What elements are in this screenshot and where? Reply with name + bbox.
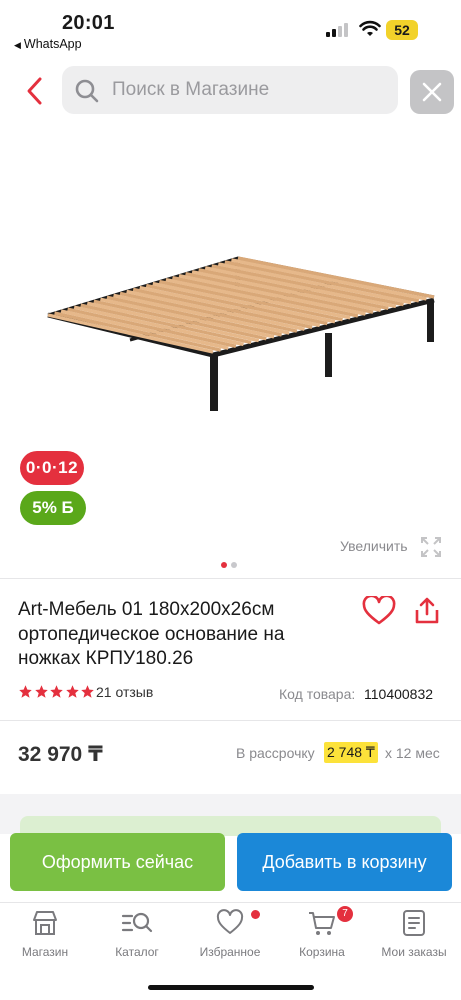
- tab-orders-label: Мои заказы: [381, 945, 447, 959]
- tab-shop-label: Магазин: [21, 945, 69, 959]
- tab-cart[interactable]: Корзина: [277, 909, 367, 959]
- carousel-dots: [221, 555, 241, 568]
- star-icon: [81, 685, 94, 698]
- back-triangle-icon: ◀: [14, 40, 21, 50]
- divider: [0, 578, 461, 579]
- share-icon[interactable]: [414, 596, 440, 626]
- star-icon: [65, 685, 79, 698]
- back-to-app-link[interactable]: ◀ WhatsApp: [14, 37, 82, 51]
- close-search-button[interactable]: [410, 70, 454, 114]
- installment-amount-badge[interactable]: 2 748 ₸: [324, 742, 378, 763]
- installment-term: х 12 мес: [385, 745, 440, 761]
- favorites-notification-dot: [251, 910, 260, 919]
- bonus-badge: 5% Б: [20, 491, 86, 525]
- bed-frame-product-image: [47, 256, 435, 411]
- tab-catalog-label: Каталог: [115, 945, 159, 959]
- buy-now-button[interactable]: Оформить сейчас: [10, 833, 225, 891]
- tab-orders[interactable]: Мои заказы: [369, 909, 459, 959]
- expand-icon[interactable]: [420, 536, 442, 558]
- star-icon: [50, 685, 63, 698]
- back-app-label: WhatsApp: [23, 37, 82, 51]
- cart-icon: [309, 912, 335, 935]
- status-bar: 20:01 ◀ WhatsApp 52: [0, 0, 461, 58]
- product-title: Art-Мебель 01 180х200х26см ортопедическо…: [18, 599, 285, 669]
- product-price: 32 970 ₸: [18, 743, 103, 766]
- status-time: 20:01: [62, 12, 115, 34]
- favorite-heart-icon[interactable]: [362, 596, 396, 626]
- tab-favorites[interactable]: Избранное: [185, 909, 275, 959]
- tab-favorites-label: Избранное: [199, 945, 261, 959]
- reviews-count-link[interactable]: 21 отзыв: [96, 684, 153, 700]
- installment-label: В рассрочку: [236, 745, 315, 761]
- shop-icon: [33, 911, 57, 935]
- installment-badge: 0·0·12: [20, 451, 84, 485]
- product-image-carousel[interactable]: 0·0·12 5% Б: [0, 140, 461, 570]
- zoom-label[interactable]: Увеличить: [340, 538, 408, 554]
- search-input[interactable]: Поиск в Магазине: [62, 66, 398, 114]
- carousel-dot[interactable]: [221, 562, 227, 568]
- heart-icon: [216, 909, 244, 934]
- divider: [0, 720, 461, 721]
- add-to-cart-button[interactable]: Добавить в корзину: [237, 833, 452, 891]
- rating-stars: [18, 684, 96, 700]
- tab-catalog[interactable]: Каталог: [92, 909, 182, 959]
- wifi-icon: [359, 20, 381, 36]
- orders-icon: [403, 910, 425, 936]
- star-icon: [34, 685, 48, 698]
- sku-label: Код товара:: [279, 686, 356, 702]
- back-arrow-icon[interactable]: [22, 74, 48, 108]
- home-indicator: [148, 985, 314, 990]
- catalog-search-icon: [121, 912, 153, 933]
- search-icon: [75, 79, 99, 103]
- star-icon: [19, 685, 32, 698]
- cellular-signal-icon: [326, 23, 348, 37]
- tab-cart-label: Корзина: [299, 945, 345, 959]
- sku-value: 110400832: [364, 686, 434, 702]
- battery-indicator: 52: [386, 20, 418, 40]
- close-icon: [422, 82, 442, 102]
- cart-count-badge: 7: [337, 906, 353, 922]
- search-placeholder: Поиск в Магазине: [112, 79, 270, 100]
- tab-shop[interactable]: Магазин: [0, 909, 90, 959]
- carousel-dot[interactable]: [231, 562, 237, 568]
